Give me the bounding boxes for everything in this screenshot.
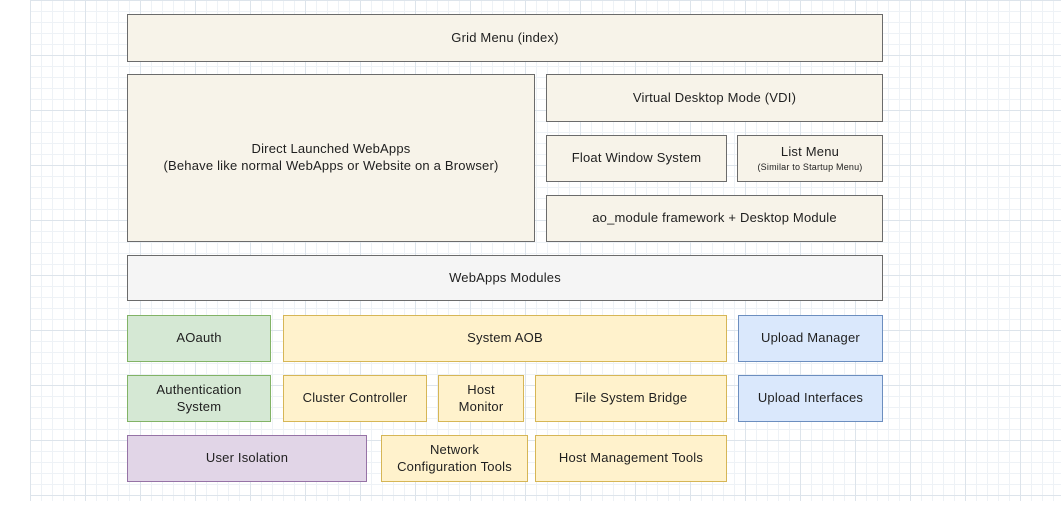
node-list-menu-label: List Menu: [781, 144, 839, 161]
node-host-management-tools: Host Management Tools: [535, 435, 727, 482]
node-cluster-controller: Cluster Controller: [283, 375, 427, 422]
node-upload-manager-label: Upload Manager: [761, 330, 860, 347]
node-system-aob: System AOB: [283, 315, 727, 362]
node-ao-module-framework: ao_module framework + Desktop Module: [546, 195, 883, 242]
node-network-configuration-tools: Network Configuration Tools: [381, 435, 528, 482]
node-list-menu: List Menu (Similar to Startup Menu): [737, 135, 883, 182]
node-authentication-system: Authentication System: [127, 375, 271, 422]
node-virtual-desktop-mode-label: Virtual Desktop Mode (VDI): [633, 90, 796, 107]
node-upload-interfaces: Upload Interfaces: [738, 375, 883, 422]
node-host-management-tools-label: Host Management Tools: [559, 450, 703, 467]
node-host-monitor: Host Monitor: [438, 375, 524, 422]
node-upload-interfaces-label: Upload Interfaces: [758, 390, 863, 407]
node-list-menu-sublabel: (Similar to Startup Menu): [757, 161, 862, 174]
node-upload-manager: Upload Manager: [738, 315, 883, 362]
node-grid-menu: Grid Menu (index): [127, 14, 883, 62]
node-float-window-system: Float Window System: [546, 135, 727, 182]
node-authentication-system-label: Authentication System: [136, 382, 262, 416]
diagram-page: { "diagram": { "nodes": { "grid_menu": {…: [0, 0, 1061, 525]
node-float-window-system-label: Float Window System: [572, 150, 702, 167]
node-virtual-desktop-mode: Virtual Desktop Mode (VDI): [546, 74, 883, 122]
node-direct-launched-webapps: Direct Launched WebApps (Behave like nor…: [127, 74, 535, 242]
node-cluster-controller-label: Cluster Controller: [303, 390, 408, 407]
node-ao-module-framework-label: ao_module framework + Desktop Module: [592, 210, 837, 227]
node-aoauth: AOauth: [127, 315, 271, 362]
node-webapps-modules-label: WebApps Modules: [449, 270, 561, 287]
node-aoauth-label: AOauth: [176, 330, 221, 347]
node-direct-launched-webapps-sublabel: (Behave like normal WebApps or Website o…: [163, 158, 498, 175]
node-grid-menu-label: Grid Menu (index): [451, 30, 558, 47]
node-system-aob-label: System AOB: [467, 330, 543, 347]
node-host-monitor-label: Host Monitor: [447, 382, 515, 416]
node-file-system-bridge-label: File System Bridge: [575, 390, 688, 407]
node-file-system-bridge: File System Bridge: [535, 375, 727, 422]
node-user-isolation-label: User Isolation: [206, 450, 288, 467]
node-network-configuration-tools-label: Network Configuration Tools: [390, 442, 519, 476]
node-webapps-modules: WebApps Modules: [127, 255, 883, 301]
node-user-isolation: User Isolation: [127, 435, 367, 482]
node-direct-launched-webapps-label: Direct Launched WebApps: [251, 141, 410, 158]
